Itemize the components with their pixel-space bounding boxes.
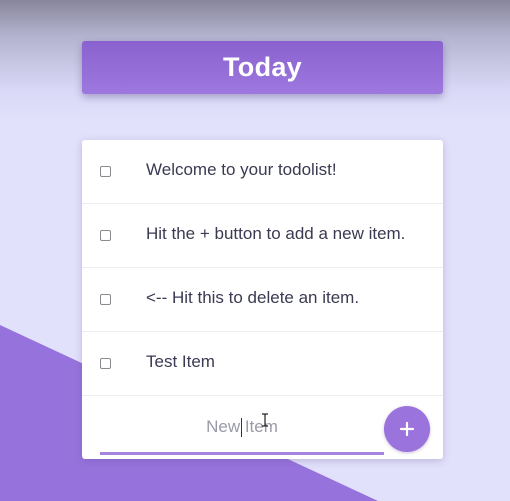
page-title: Today	[222, 52, 302, 82]
text-caret	[241, 418, 242, 437]
list-item: <-- Hit this to delete an item.	[82, 268, 443, 332]
ibeam-cursor-icon	[262, 413, 268, 427]
list-item: Hit the + button to add a new item.	[82, 204, 443, 268]
list-item: Welcome to your todolist!	[82, 140, 443, 204]
new-item-input[interactable]	[100, 412, 384, 442]
plus-icon	[399, 421, 415, 437]
list-item-text: Welcome to your todolist!	[146, 160, 337, 179]
delete-checkbox[interactable]	[100, 166, 111, 177]
list-item-text: <-- Hit this to delete an item.	[146, 288, 360, 307]
page-title-banner: Today	[82, 41, 443, 94]
todo-list-card: Welcome to your todolist! Hit the + butt…	[82, 140, 443, 459]
list-item: Test Item	[82, 332, 443, 396]
new-item-row	[82, 396, 443, 459]
delete-checkbox[interactable]	[100, 358, 111, 369]
input-underline	[100, 452, 384, 455]
delete-checkbox[interactable]	[100, 294, 111, 305]
add-item-button[interactable]	[384, 406, 430, 452]
list-item-text: Hit the + button to add a new item.	[146, 224, 406, 243]
delete-checkbox[interactable]	[100, 230, 111, 241]
list-item-text: Test Item	[146, 352, 215, 371]
